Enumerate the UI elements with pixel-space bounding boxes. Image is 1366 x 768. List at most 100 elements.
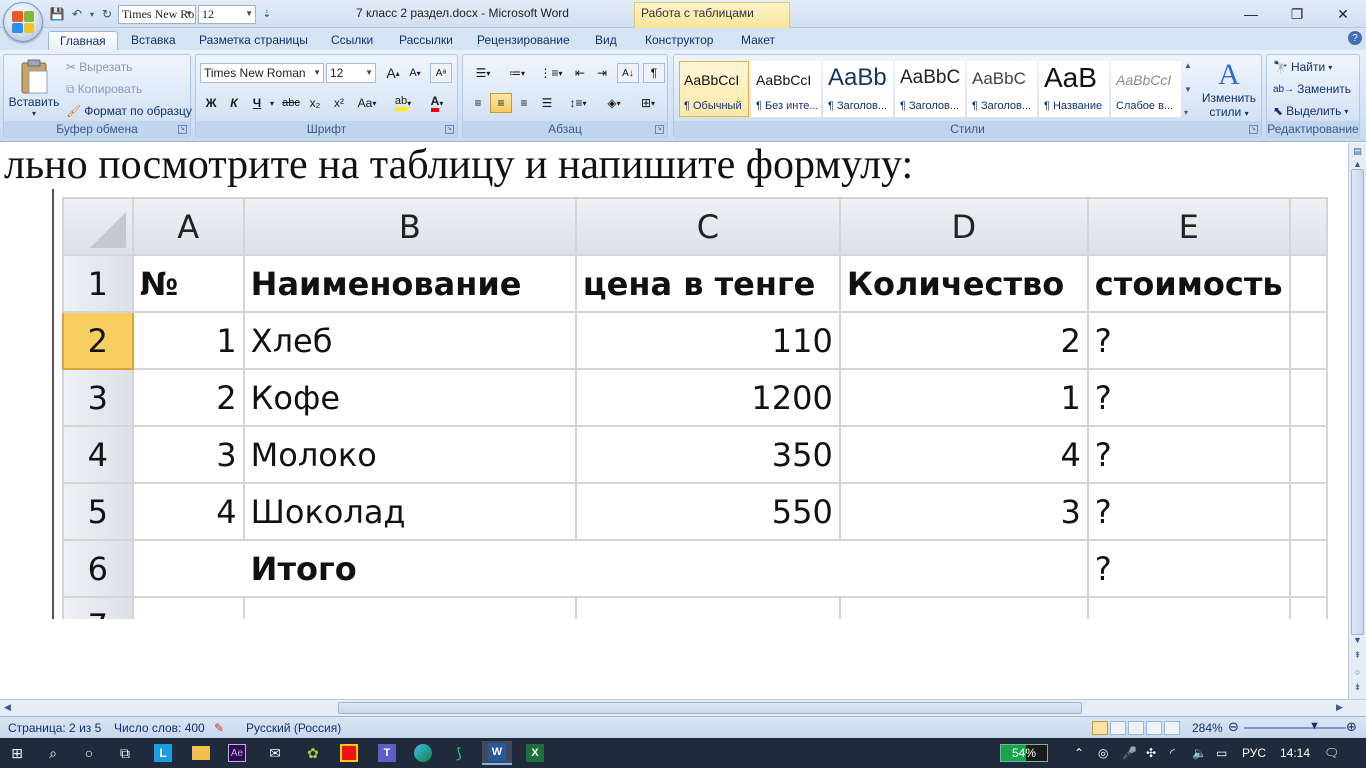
- find-button[interactable]: 🔭 Найти ▾: [1273, 57, 1332, 77]
- style-title[interactable]: AaB ¶ Название: [1039, 61, 1109, 117]
- tab-home[interactable]: Главная: [48, 31, 118, 50]
- style-heading-2[interactable]: AaBbC ¶ Заголов...: [895, 61, 965, 117]
- horizontal-scroll-thumb[interactable]: [338, 702, 1082, 714]
- underline-dropdown-icon[interactable]: ▾: [266, 93, 278, 113]
- zoom-slider[interactable]: [1244, 727, 1346, 729]
- scroll-left-icon[interactable]: ◀: [4, 702, 11, 713]
- more-icon[interactable]: ▾: [1184, 108, 1196, 117]
- draft-view-button[interactable]: [1164, 721, 1180, 735]
- style-heading-1[interactable]: AaBb ¶ Заголов...: [823, 61, 893, 117]
- italic-button[interactable]: К: [223, 93, 245, 113]
- tab-view[interactable]: Вид: [584, 31, 628, 50]
- outline-view-button[interactable]: [1146, 721, 1162, 735]
- vertical-scroll-thumb[interactable]: [1351, 169, 1364, 635]
- bullets-button[interactable]: ☰ ▾: [467, 63, 499, 83]
- grow-font-button[interactable]: A ▴: [382, 63, 404, 83]
- save-icon[interactable]: 💾: [48, 5, 66, 23]
- bold-button[interactable]: Ж: [200, 93, 222, 113]
- subscript-button[interactable]: x₂: [304, 93, 326, 113]
- underline-button[interactable]: Ч: [246, 93, 268, 113]
- excel-taskbar-icon[interactable]: X: [520, 741, 550, 765]
- search-icon[interactable]: ⌕: [38, 741, 68, 765]
- scroll-down-icon[interactable]: ▼: [1351, 633, 1364, 646]
- align-center-button[interactable]: ≡: [490, 93, 512, 113]
- decrease-indent-button[interactable]: ⇤: [569, 63, 591, 83]
- replace-button[interactable]: ab→ Заменить: [1273, 79, 1351, 99]
- app-tray-icon[interactable]: ✣: [1146, 746, 1156, 760]
- status-language[interactable]: Русский (Россия): [246, 721, 341, 735]
- launcher-app-icon[interactable]: L: [148, 741, 178, 765]
- paragraph-launcher-icon[interactable]: ↘: [655, 125, 664, 134]
- chevron-up-icon[interactable]: ▲: [1184, 61, 1196, 70]
- zoom-out-icon[interactable]: ⊖: [1228, 719, 1239, 735]
- restore-button[interactable]: ❐: [1274, 0, 1320, 28]
- qat-font-size-combo[interactable]: 12 ▼: [198, 4, 256, 24]
- tab-design[interactable]: Конструктор: [634, 31, 724, 50]
- office-button[interactable]: [3, 2, 43, 42]
- borders-button[interactable]: ⊞ ▾: [633, 93, 663, 113]
- mail-icon[interactable]: ✉: [260, 741, 290, 765]
- input-language[interactable]: РУС: [1242, 746, 1266, 760]
- paste-button[interactable]: Вставить ▾: [8, 59, 60, 118]
- redo-icon[interactable]: ↻: [98, 5, 116, 23]
- volume-icon[interactable]: 🔈: [1192, 746, 1207, 760]
- windows-start-icon[interactable]: ⊞: [2, 741, 32, 765]
- align-right-button[interactable]: ≡: [513, 93, 535, 113]
- line-spacing-button[interactable]: ↕≡ ▾: [563, 93, 593, 113]
- shading-button[interactable]: ◈ ▾: [599, 93, 629, 113]
- status-word-count[interactable]: Число слов: 400: [114, 721, 205, 735]
- word-taskbar-icon[interactable]: W: [482, 741, 512, 765]
- font-launcher-icon[interactable]: ↘: [445, 125, 454, 134]
- vertical-scrollbar[interactable]: ▤ ▲ ▼ ⇞ ○ ⇟: [1348, 143, 1366, 699]
- status-page[interactable]: Страница: 2 из 5: [8, 721, 101, 735]
- select-button[interactable]: ⬉ Выделить ▾: [1273, 101, 1348, 121]
- file-explorer-icon[interactable]: [186, 741, 216, 765]
- style-normal[interactable]: AaBbCcI ¶ Обычный: [679, 61, 749, 117]
- styles-gallery-scroll[interactable]: ▲ ▼ ▾: [1184, 61, 1196, 117]
- align-left-button[interactable]: ≡: [467, 93, 489, 113]
- print-layout-view-button[interactable]: [1092, 721, 1108, 735]
- undo-dropdown-icon[interactable]: ▾: [88, 5, 96, 23]
- task-view-icon[interactable]: ⧉: [110, 741, 140, 765]
- clock[interactable]: 14:14: [1280, 746, 1310, 760]
- tab-page-layout[interactable]: Разметка страницы: [188, 31, 319, 50]
- browse-object-icon[interactable]: ○: [1351, 665, 1364, 678]
- font-name-combo[interactable]: Times New Roman ▼: [200, 63, 324, 83]
- app-icon-2[interactable]: ⟆: [444, 741, 474, 765]
- edge-icon[interactable]: [408, 741, 438, 765]
- tab-mailings[interactable]: Рассылки: [388, 31, 464, 50]
- clipboard-launcher-icon[interactable]: ↘: [178, 125, 187, 134]
- notifications-icon[interactable]: 🗨: [1324, 746, 1339, 760]
- zoom-level[interactable]: 284%: [1192, 721, 1223, 735]
- full-screen-view-button[interactable]: [1110, 721, 1126, 735]
- font-color-button[interactable]: A ▾: [422, 93, 452, 113]
- copy-button[interactable]: ⧉ Копировать: [66, 79, 142, 99]
- zoom-in-icon[interactable]: ⊕: [1346, 719, 1357, 735]
- clear-formatting-button[interactable]: Aᵃ: [430, 63, 452, 83]
- zoom-slider-thumb[interactable]: ▼: [1309, 720, 1320, 732]
- tab-review[interactable]: Рецензирование: [466, 31, 581, 50]
- style-subtle-emphasis[interactable]: AaBbCcI Слабое в...: [1111, 61, 1181, 117]
- customize-qat-icon[interactable]: ⇣: [258, 5, 276, 23]
- horizontal-scrollbar[interactable]: ◀ ▶: [0, 699, 1366, 716]
- minimize-button[interactable]: —: [1228, 0, 1274, 28]
- document-page[interactable]: льно посмотрите на таблицу и напишите фо…: [0, 143, 1348, 699]
- change-styles-button[interactable]: A Изменить стили ▾: [1200, 59, 1258, 120]
- camera-icon[interactable]: ◎: [1098, 746, 1108, 760]
- wifi-icon[interactable]: ◜: [1170, 746, 1175, 760]
- undo-icon[interactable]: ↶: [68, 5, 86, 23]
- previous-page-icon[interactable]: ⇞: [1351, 649, 1364, 662]
- styles-launcher-icon[interactable]: ↘: [1249, 125, 1258, 134]
- chevron-down-icon[interactable]: ▼: [1184, 85, 1196, 94]
- superscript-button[interactable]: x²: [328, 93, 350, 113]
- tab-layout[interactable]: Макет: [730, 31, 786, 50]
- style-heading-3[interactable]: AaBbC ¶ Заголов...: [967, 61, 1037, 117]
- close-button[interactable]: ✕: [1320, 0, 1366, 28]
- help-icon[interactable]: ?: [1348, 31, 1362, 45]
- microphone-icon[interactable]: 🎤: [1122, 746, 1137, 760]
- change-case-button[interactable]: Aa ▾: [354, 93, 380, 113]
- justify-button[interactable]: ☰: [536, 93, 558, 113]
- after-effects-icon[interactable]: Ae: [222, 741, 252, 765]
- cortana-icon[interactable]: ○: [74, 741, 104, 765]
- battery-indicator[interactable]: 54%: [1000, 744, 1048, 762]
